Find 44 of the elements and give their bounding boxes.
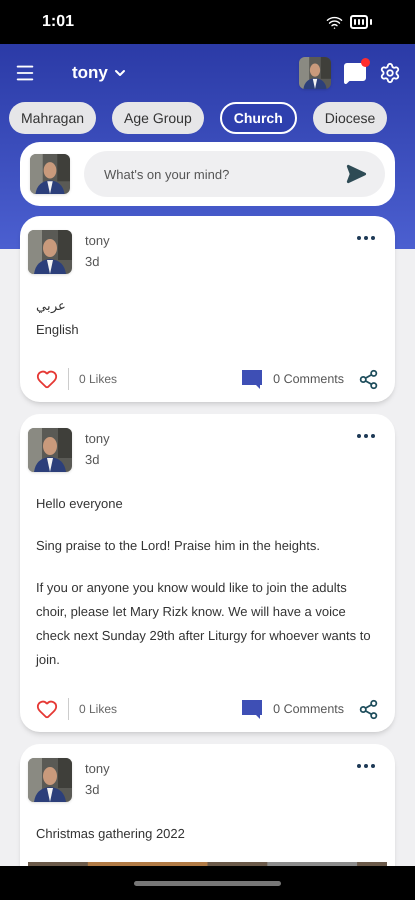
like-button[interactable] — [36, 368, 58, 390]
more-icon — [357, 236, 375, 240]
share-icon — [358, 368, 379, 390]
heart-icon — [36, 698, 58, 720]
post-text: Sing praise to the Lord! Praise him in the heights. — [36, 537, 321, 555]
post-time: 3d — [85, 253, 100, 271]
comment-icon[interactable] — [241, 368, 264, 390]
more-icon — [357, 434, 375, 438]
heart-icon — [36, 368, 58, 390]
user-dropdown[interactable]: tony — [72, 60, 128, 86]
likes-count[interactable]: 0 Likes — [79, 370, 118, 388]
comments-count[interactable]: 0 Comments — [273, 700, 344, 718]
author-name[interactable]: tony — [85, 230, 110, 251]
post-text: If you or anyone you know would like to join the adults choir, please let Mary Rizk know. We will have a voice check next Sunday 29th after Liturgy for whoever wants to join. — [36, 579, 372, 669]
share-button[interactable] — [358, 698, 379, 720]
status-time: 1:01 — [42, 12, 74, 32]
comment-icon[interactable] — [241, 698, 264, 720]
post-time: 3d — [85, 451, 100, 469]
filter-chip[interactable]: Mahragan — [9, 102, 96, 134]
share-icon — [358, 698, 379, 720]
filter-chip[interactable]: Church — [220, 102, 297, 134]
more-icon — [357, 764, 375, 768]
post-input[interactable]: What's on your mind? — [84, 151, 385, 197]
post-text: عربي English — [36, 297, 80, 339]
likes-count[interactable]: 0 Likes — [79, 700, 118, 718]
filter-chip[interactable]: Age Group — [112, 102, 204, 134]
settings-icon — [379, 62, 401, 84]
like-button[interactable] — [36, 698, 58, 720]
post-time: 3d — [85, 781, 100, 799]
post-text: Hello everyone — [36, 495, 124, 513]
more-button[interactable] — [357, 236, 375, 240]
send-icon — [345, 163, 367, 185]
author-name[interactable]: tony — [85, 428, 110, 449]
messages-button[interactable] — [343, 61, 367, 85]
more-button[interactable] — [357, 764, 375, 768]
send-button[interactable] — [345, 163, 367, 185]
chat-icon — [343, 61, 367, 85]
author-name[interactable]: tony — [85, 758, 110, 779]
comments-count[interactable]: 0 Comments — [273, 370, 344, 388]
filter-chip[interactable]: Diocese — [312, 102, 388, 134]
more-button[interactable] — [357, 434, 375, 438]
post-text: Christmas gathering 2022 — [36, 825, 186, 843]
share-button[interactable] — [358, 368, 379, 390]
settings-button[interactable] — [379, 62, 401, 84]
